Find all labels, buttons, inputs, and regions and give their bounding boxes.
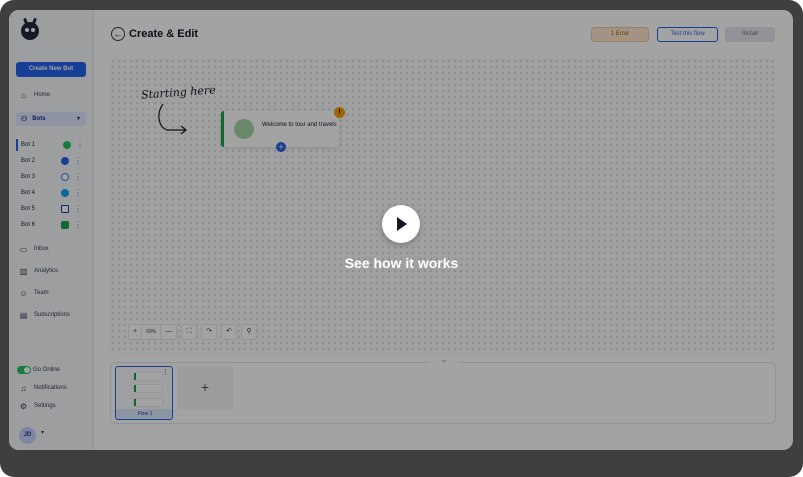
app-screen: Create New Bot ⌂ Home ⚇ Bots ▾ Bot 1 ⋮ B… bbox=[9, 10, 793, 450]
device-frame: Create New Bot ⌂ Home ⚇ Bots ▾ Bot 1 ⋮ B… bbox=[0, 0, 803, 477]
overlay-caption: See how it works bbox=[344, 255, 459, 271]
play-button[interactable] bbox=[382, 205, 420, 243]
